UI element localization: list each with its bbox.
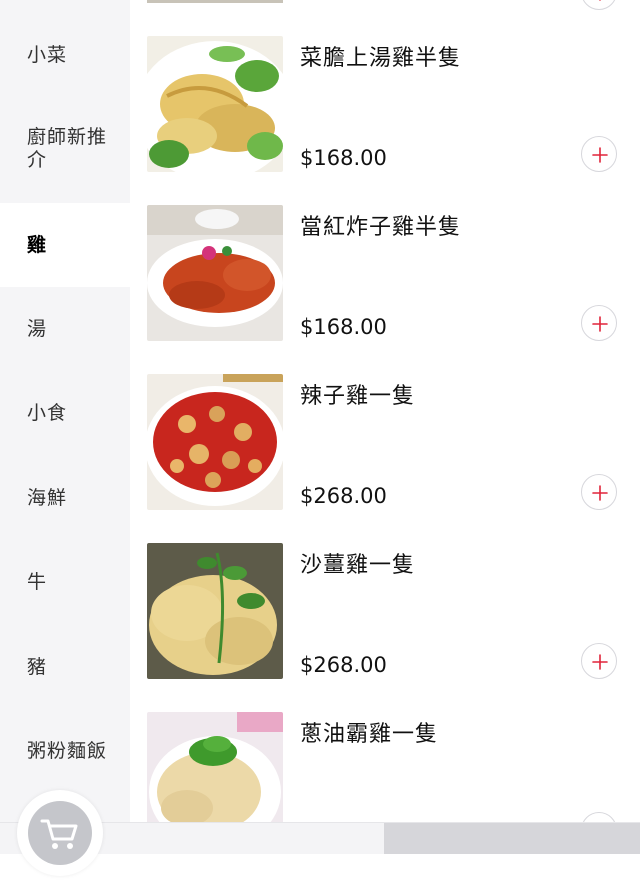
sidebar-item-pork[interactable]: 豬 xyxy=(0,625,130,709)
sidebar-item-beef[interactable]: 牛 xyxy=(0,540,130,624)
sidebar-item-label: 湯 xyxy=(27,317,48,340)
previous-item-thumbnail xyxy=(147,0,283,3)
dish-image xyxy=(147,205,283,341)
sidebar-item-label: 小菜 xyxy=(27,43,68,66)
menu-item[interactable]: 蔥油霸雞一隻 xyxy=(130,712,640,881)
add-button[interactable] xyxy=(581,0,617,10)
sidebar-item-chicken[interactable]: 雞 xyxy=(0,203,130,287)
dish-name: 沙薑雞一隻 xyxy=(300,553,416,578)
dish-name: 蔥油霸雞一隻 xyxy=(300,722,439,747)
dish-name: 辣子雞一隻 xyxy=(300,384,416,409)
menu-item[interactable]: 辣子雞一隻 $268.00 xyxy=(130,374,640,543)
sidebar-item-snacks[interactable]: 小食 xyxy=(0,371,130,455)
menu-item[interactable]: 當紅炸子雞半隻 $168.00 xyxy=(130,205,640,374)
sidebar-item-label: 粥粉麵飯 xyxy=(27,739,108,762)
sidebar-item-label: 海鮮 xyxy=(27,486,68,509)
category-sidebar: 小菜 廚師新推介 雞 湯 小食 海鮮 牛 豬 粥粉麵飯 xyxy=(0,0,130,853)
cart-badge-circle xyxy=(28,801,92,865)
sidebar-item-congee-noodles-rice[interactable]: 粥粉麵飯 xyxy=(0,709,130,793)
cart-button[interactable] xyxy=(17,790,103,876)
add-button[interactable] xyxy=(581,305,617,341)
plus-circle-icon xyxy=(592,485,608,501)
menu-item[interactable]: 菜膽上湯雞半隻 $168.00 xyxy=(130,36,640,205)
dish-image xyxy=(147,543,283,679)
sidebar-item-label: 牛 xyxy=(27,570,48,593)
dish-price: $168.00 xyxy=(300,146,387,170)
sidebar-item-side-dishes[interactable]: 小菜 xyxy=(0,13,130,97)
dish-name: 當紅炸子雞半隻 xyxy=(300,215,462,240)
dish-list[interactable]: 菜膽上湯雞半隻 $168.00 當紅炸子雞半隻 $168.00 辣子雞一隻 $2… xyxy=(130,0,640,853)
sidebar-item-label: 廚師新推介 xyxy=(27,126,108,171)
sidebar-item-label: 小食 xyxy=(27,401,68,424)
plus-circle-icon xyxy=(599,0,601,1)
dish-image xyxy=(147,374,283,510)
plus-circle-icon xyxy=(592,654,608,670)
dish-price: $268.00 xyxy=(300,653,387,677)
dish-name: 菜膽上湯雞半隻 xyxy=(300,46,462,71)
sidebar-item-label: 雞 xyxy=(27,233,48,256)
dish-price: $268.00 xyxy=(300,484,387,508)
plus-circle-icon xyxy=(592,316,608,332)
sidebar-item-chef-recommendations[interactable]: 廚師新推介 xyxy=(0,107,130,191)
menu-item[interactable]: 沙薑雞一隻 $268.00 xyxy=(130,543,640,712)
plus-circle-icon xyxy=(592,147,608,163)
add-button[interactable] xyxy=(581,474,617,510)
dish-price: $168.00 xyxy=(300,315,387,339)
checkout-button[interactable] xyxy=(384,823,640,854)
shopping-cart-icon xyxy=(40,819,78,849)
add-button[interactable] xyxy=(581,136,617,172)
sidebar-item-seafood[interactable]: 海鮮 xyxy=(0,456,130,540)
dish-image xyxy=(147,36,283,172)
add-button[interactable] xyxy=(581,643,617,679)
sidebar-item-label: 豬 xyxy=(27,655,48,678)
sidebar-item-soup[interactable]: 湯 xyxy=(0,287,130,371)
